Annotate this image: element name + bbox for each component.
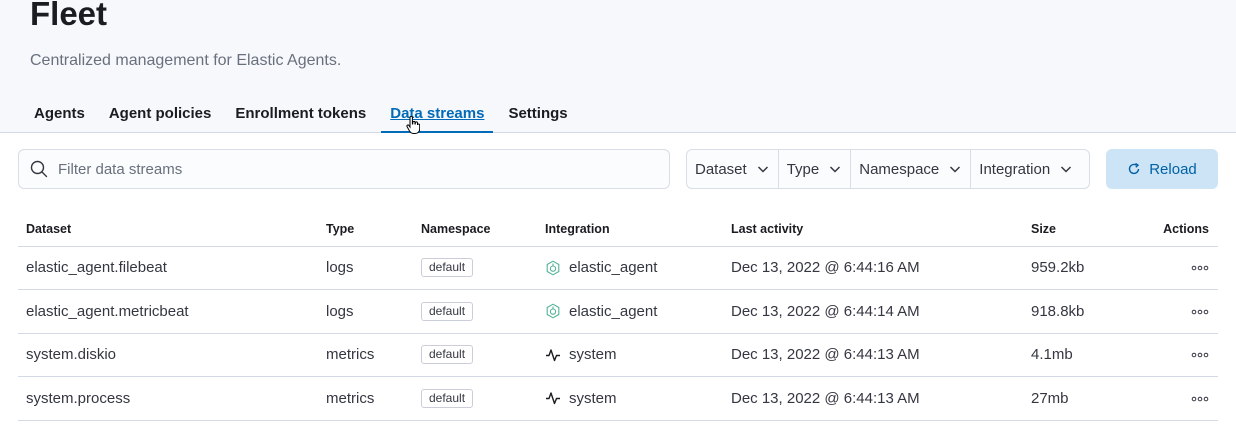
cell-namespace: default [413, 333, 537, 377]
table-row: system.process metrics default system De… [18, 376, 1218, 421]
filter-dataset[interactable]: Dataset [687, 150, 779, 188]
column-header-dataset[interactable]: Dataset [18, 212, 318, 247]
filter-namespace[interactable]: Namespace [851, 150, 972, 188]
tab-data-streams[interactable]: Data streams [378, 100, 496, 133]
more-actions-icon[interactable] [1191, 308, 1209, 316]
cell-actions [1138, 289, 1218, 334]
filter-type[interactable]: Type [779, 150, 852, 188]
elastic-agent-icon [546, 303, 560, 319]
cell-type: metrics [318, 376, 413, 421]
table-row: system.diskio metrics default system Dec… [18, 333, 1218, 377]
cell-dataset: elastic_agent.filebeat [18, 246, 318, 290]
cell-size: 27mb [1023, 376, 1138, 421]
search-input[interactable] [58, 160, 638, 178]
namespace-badge: default [421, 301, 474, 321]
namespace-badge: default [421, 258, 474, 278]
cell-type: logs [318, 289, 413, 334]
column-header-type[interactable]: Type [318, 212, 413, 247]
data-streams-table: Dataset Type Namespace Integration Last … [18, 212, 1218, 421]
filter-integration[interactable]: Integration [971, 150, 1081, 188]
column-header-integration[interactable]: Integration [537, 212, 723, 247]
hand-cursor-icon [406, 116, 420, 134]
table-row: elastic_agent.filebeat logs default elas… [18, 246, 1218, 290]
tab-bar: Agents Agent policies Enrollment tokens … [22, 100, 580, 133]
tab-agent-policies[interactable]: Agent policies [97, 100, 224, 133]
cell-actions [1138, 376, 1218, 421]
cell-namespace: default [413, 289, 537, 334]
refresh-icon [1129, 162, 1140, 175]
cell-last-activity: Dec 13, 2022 @ 6:44:14 AM [723, 289, 1023, 334]
cell-integration: system [537, 376, 723, 421]
search-icon [30, 160, 48, 178]
page-description: Centralized management for Elastic Agent… [30, 52, 342, 69]
chevron-down-icon [830, 166, 841, 173]
cell-last-activity: Dec 13, 2022 @ 6:44:13 AM [723, 376, 1023, 421]
cell-actions [1138, 333, 1218, 377]
cell-namespace: default [413, 376, 537, 421]
cell-namespace: default [413, 246, 537, 290]
more-actions-icon[interactable] [1191, 351, 1209, 359]
cell-size: 4.1mb [1023, 333, 1138, 377]
cell-dataset: system.diskio [18, 333, 318, 377]
search-field[interactable] [18, 149, 670, 189]
cell-size: 959.2kb [1023, 246, 1138, 290]
cell-integration: system [537, 333, 723, 377]
namespace-badge: default [421, 388, 474, 408]
page-header: Fleet Centralized management for Elastic… [0, 0, 1236, 133]
pulse-icon [546, 392, 560, 405]
column-header-size[interactable]: Size [1023, 212, 1138, 247]
column-header-last-activity[interactable]: Last activity [723, 212, 1023, 247]
tab-settings[interactable]: Settings [496, 100, 579, 133]
more-actions-icon[interactable] [1191, 264, 1209, 272]
cell-size: 918.8kb [1023, 289, 1138, 334]
cell-type: metrics [318, 333, 413, 377]
table-header-row: Dataset Type Namespace Integration Last … [18, 212, 1218, 247]
table-row: elastic_agent.metricbeat logs default el… [18, 289, 1218, 334]
elastic-agent-icon [546, 260, 560, 276]
column-header-namespace[interactable]: Namespace [413, 212, 537, 247]
reload-button[interactable]: Reload [1106, 149, 1218, 189]
chevron-down-icon [757, 166, 768, 173]
cell-integration: elastic_agent [537, 246, 723, 290]
cell-dataset: elastic_agent.metricbeat [18, 289, 318, 334]
tab-agents[interactable]: Agents [22, 100, 97, 133]
cell-last-activity: Dec 13, 2022 @ 6:44:13 AM [723, 333, 1023, 377]
filter-group: Dataset Type Namespace Integration [686, 149, 1090, 189]
column-header-actions: Actions [1138, 212, 1218, 247]
tab-enrollment-tokens[interactable]: Enrollment tokens [223, 100, 378, 133]
pulse-icon [546, 349, 560, 361]
more-actions-icon[interactable] [1191, 395, 1209, 403]
cell-last-activity: Dec 13, 2022 @ 6:44:16 AM [723, 246, 1023, 290]
page-title: Fleet [30, 0, 108, 32]
namespace-badge: default [421, 345, 474, 365]
chevron-down-icon [1061, 166, 1072, 173]
cell-integration: elastic_agent [537, 289, 723, 334]
cell-type: logs [318, 246, 413, 290]
chevron-down-icon [950, 166, 961, 173]
cell-dataset: system.process [18, 376, 318, 421]
cell-actions [1138, 246, 1218, 290]
